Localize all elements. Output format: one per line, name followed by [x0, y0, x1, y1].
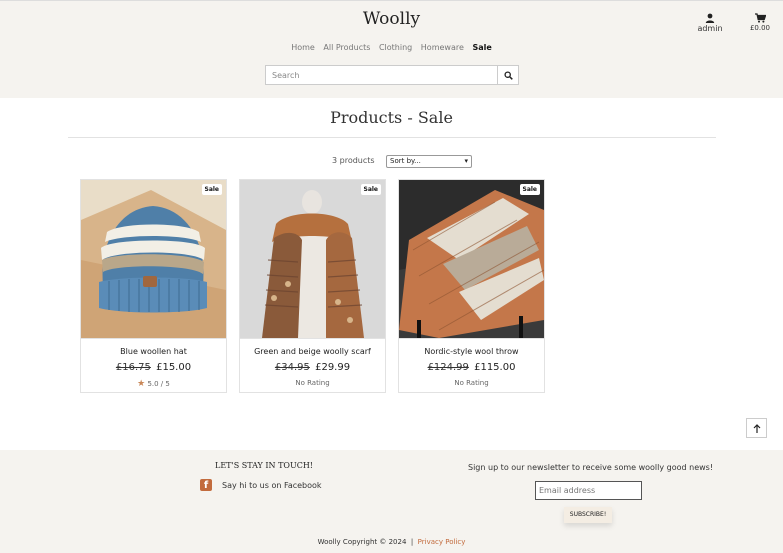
brand-logo[interactable]: Woolly — [0, 9, 783, 29]
search-icon — [503, 70, 513, 80]
cart-total: £0.00 — [749, 24, 771, 32]
sort-selected-value: Sort by... — [390, 157, 421, 165]
product-name[interactable]: Blue woollen hat — [81, 347, 226, 356]
product-price: £16.75 £15.00 — [81, 362, 226, 373]
user-icon — [705, 13, 715, 23]
sale-badge: Sale — [519, 184, 540, 195]
product-price: £34.95 £29.99 — [240, 362, 385, 373]
page-title: Products - Sale — [330, 108, 453, 127]
original-price: £16.75 — [115, 362, 151, 373]
product-name[interactable]: Green and beige woolly scarf — [240, 347, 385, 356]
nav-clothing[interactable]: Clothing — [379, 43, 412, 52]
product-card[interactable]: Sale Blue woollen hat £16.75 £15.00 ★ 5.… — [80, 179, 227, 393]
sale-price: £115.00 — [474, 362, 516, 373]
card-divider — [81, 338, 226, 339]
main-nav: Home All Products Clothing Homeware Sale — [0, 43, 783, 52]
nav-home[interactable]: Home — [291, 43, 315, 52]
nav-all-products[interactable]: All Products — [323, 43, 370, 52]
product-rating: No Rating — [399, 379, 544, 387]
search-button[interactable] — [497, 65, 519, 85]
site-header: Woolly Home All Products Clothing Homewa… — [0, 0, 783, 98]
site-footer: LET'S STAY IN TOUCH! f Say hi to us on F… — [0, 450, 783, 553]
product-image[interactable]: Sale — [81, 180, 226, 338]
chevron-down-icon: ▾ — [464, 157, 468, 165]
copyright-text: Woolly Copyright © 2024 — [317, 538, 407, 546]
arrow-up-icon — [753, 423, 760, 433]
account-link[interactable]: admin — [694, 13, 726, 33]
sale-price: £29.99 — [315, 362, 351, 373]
subscribe-button[interactable]: SUBSCRIBE! — [564, 507, 612, 523]
product-count: 3 products — [332, 156, 375, 165]
stay-in-touch-heading: LET'S STAY IN TOUCH! — [215, 461, 314, 470]
original-price: £124.99 — [427, 362, 469, 373]
separator: | — [410, 538, 414, 546]
original-price: £34.95 — [274, 362, 310, 373]
nav-homeware[interactable]: Homeware — [421, 43, 464, 52]
star-icon: ★ — [137, 379, 146, 389]
product-rating: ★ 5.0 / 5 — [81, 379, 226, 389]
product-price: £124.99 £115.00 — [399, 362, 544, 373]
nav-sale[interactable]: Sale — [472, 43, 491, 52]
product-rating: No Rating — [240, 379, 385, 387]
email-field[interactable] — [535, 481, 642, 500]
rating-value: No Rating — [454, 379, 489, 387]
sort-select[interactable]: Sort by... ▾ — [386, 155, 472, 168]
rating-value: 5.0 / 5 — [147, 380, 170, 388]
search-form — [265, 65, 519, 85]
title-divider — [68, 137, 716, 138]
product-name[interactable]: Nordic-style wool throw — [399, 347, 544, 356]
facebook-text: Say hi to us on Facebook — [222, 480, 322, 490]
search-input[interactable] — [265, 65, 498, 85]
newsletter-text: Sign up to our newsletter to receive som… — [468, 463, 714, 472]
sale-badge: Sale — [201, 184, 222, 195]
product-card[interactable]: Sale Green and beige woolly scarf £34.95… — [239, 179, 386, 393]
sale-badge: Sale — [360, 184, 381, 195]
cart-link[interactable]: £0.00 — [746, 13, 774, 32]
privacy-policy-link[interactable]: Privacy Policy — [418, 538, 466, 546]
facebook-link[interactable]: f Say hi to us on Facebook — [200, 479, 322, 491]
product-card[interactable]: Sale Nordic-style wool throw £124.99 £11… — [398, 179, 545, 393]
rating-value: No Rating — [295, 379, 330, 387]
account-label: admin — [697, 24, 723, 33]
product-image[interactable]: Sale — [399, 180, 544, 338]
shopping-cart-icon — [754, 13, 766, 23]
copyright: Woolly Copyright © 2024 | Privacy Policy — [0, 538, 783, 546]
card-divider — [399, 338, 544, 339]
facebook-icon: f — [200, 479, 212, 491]
sale-price: £15.00 — [156, 362, 192, 373]
card-divider — [240, 338, 385, 339]
product-image[interactable]: Sale — [240, 180, 385, 338]
back-to-top-button[interactable] — [746, 418, 767, 438]
